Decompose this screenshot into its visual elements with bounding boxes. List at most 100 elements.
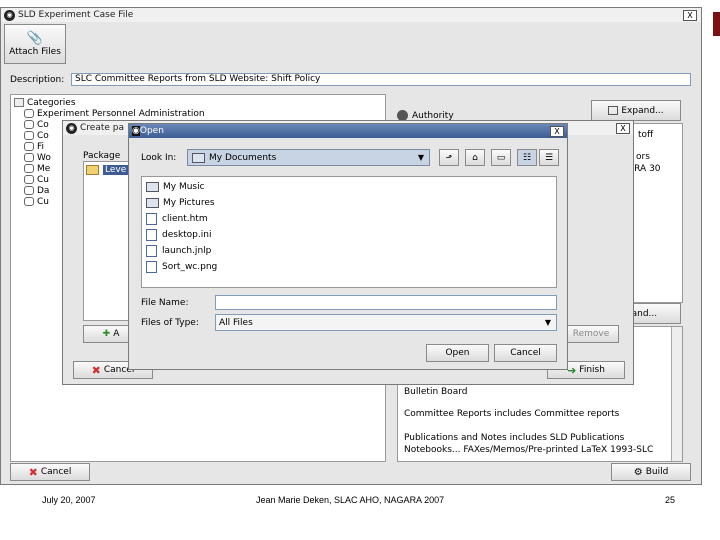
main-close-button[interactable]: X: [683, 9, 697, 21]
remove-button[interactable]: Remove: [563, 325, 619, 343]
category-icon: [24, 120, 34, 129]
finish-label: Finish: [579, 365, 605, 375]
file-row[interactable]: desktop.ini: [146, 227, 552, 243]
open-cancel-button[interactable]: Cancel: [494, 344, 557, 362]
cancel-icon: ✖: [28, 465, 38, 479]
file-row[interactable]: client.htm: [146, 211, 552, 227]
main-window-title: SLD Experiment Case File: [18, 10, 134, 20]
file-name: client.htm: [162, 214, 208, 224]
up-folder-button[interactable]: ⬏: [439, 149, 459, 166]
category-icon: [24, 164, 34, 173]
expand-label: Expand...: [621, 105, 664, 116]
create-window-title: Create pa: [80, 123, 124, 133]
authority-text-2: ors: [636, 152, 650, 162]
new-folder-button[interactable]: ▭: [491, 149, 511, 166]
tree-item-label: Experiment Personnel Administration: [37, 108, 205, 119]
category-icon: [24, 153, 34, 162]
tree-root[interactable]: Categories: [14, 97, 382, 108]
open-dialog-title: Open: [139, 126, 164, 136]
folder-icon: [146, 182, 159, 192]
tree-item[interactable]: Experiment Personnel Administration: [24, 108, 382, 119]
build-label: Build: [645, 467, 669, 477]
build-button[interactable]: ⚙ Build: [611, 463, 691, 481]
folder-icon: [14, 98, 24, 107]
file-icon: [146, 229, 157, 241]
tree-item-label: Cu: [37, 174, 49, 185]
list-item[interactable]: Publications and Notes includes SLD Publ…: [404, 433, 624, 443]
app-logo-icon: ◉: [132, 126, 140, 136]
tree-item-label: Me: [37, 163, 51, 174]
cancel-button[interactable]: ✖ Cancel: [10, 463, 90, 481]
package-tree-label: Leve: [103, 164, 129, 175]
tree-item-label: Co: [37, 119, 49, 130]
finish-icon: ➜: [567, 363, 577, 377]
folder-name: My Music: [163, 182, 205, 192]
main-titlebar: ◉ SLD Experiment Case File X: [1, 8, 701, 22]
open-titlebar: ◉ Open X: [129, 124, 567, 138]
folder-icon: [146, 198, 159, 208]
folder-row[interactable]: My Music: [146, 179, 552, 195]
open-dialog: ◉ Open X Look In: My Documents ▼ ⬏ ⌂ ▭ ☷…: [128, 123, 568, 370]
authority-label: Authority: [412, 110, 454, 121]
authority-text-1: toff: [638, 130, 654, 140]
category-icon: [24, 186, 34, 195]
paperclip-icon: 📎: [26, 31, 44, 46]
cancel-icon: ✖: [91, 363, 101, 377]
file-name-label: File Name:: [141, 298, 189, 308]
footer-date: July 20, 2007: [42, 495, 96, 505]
app-logo-icon: ◉: [66, 122, 77, 134]
build-icon: ⚙: [633, 466, 643, 478]
create-close-button[interactable]: X: [616, 122, 630, 134]
add-icon: ✚: [102, 329, 111, 339]
new-folder-icon: ▭: [496, 152, 506, 163]
remove-label: Remove: [572, 329, 610, 339]
tree-item-label: Co: [37, 130, 49, 141]
open-button[interactable]: Open: [426, 344, 489, 362]
details-view-icon: ☰: [544, 152, 554, 163]
expand-button[interactable]: Expand...: [591, 100, 681, 121]
file-row[interactable]: launch.jnlp: [146, 243, 552, 259]
package-label: Package: [83, 151, 121, 161]
list-item-partial[interactable]: Notebooks... FAXes/Memos/Pre-printed LaT…: [404, 445, 654, 457]
chevron-down-icon: ▼: [417, 153, 425, 162]
file-name-input[interactable]: [215, 295, 557, 310]
open-close-button[interactable]: X: [550, 125, 564, 137]
list-item[interactable]: Bulletin Board: [404, 387, 467, 397]
folder-icon: [192, 152, 205, 163]
look-in-value: My Documents: [209, 152, 277, 163]
file-list: My Music My Pictures client.htm desktop.…: [141, 176, 557, 288]
files-of-type-label: Files of Type:: [141, 318, 199, 328]
file-row[interactable]: Sort_wc.png: [146, 259, 552, 275]
details-view-button[interactable]: ☰: [539, 149, 559, 166]
list-view-button[interactable]: ☷: [517, 149, 537, 166]
file-name: Sort_wc.png: [162, 262, 218, 272]
app-logo-icon: ◉: [4, 9, 15, 21]
folder-row[interactable]: My Pictures: [146, 195, 552, 211]
folder-name: My Pictures: [163, 198, 215, 208]
slide-edge-marker: [713, 12, 720, 36]
footer-author: Jean Marie Deken, SLAC AHO, NAGARA 2007: [256, 495, 445, 505]
expand-icon: [608, 106, 619, 115]
chevron-down-icon: ▼: [544, 318, 552, 327]
category-icon: [24, 109, 34, 118]
file-icon: [146, 245, 157, 257]
tree-root-label: Categories: [27, 97, 76, 108]
files-of-type-select[interactable]: All Files ▼: [215, 314, 557, 331]
category-icon: [24, 142, 34, 151]
vertical-scrollbar[interactable]: [671, 327, 682, 461]
file-icon: [146, 261, 157, 273]
description-field[interactable]: SLC Committee Reports from SLD Website: …: [71, 73, 691, 86]
look-in-select[interactable]: My Documents ▼: [187, 149, 430, 166]
list-item[interactable]: Committee Reports includes Committee rep…: [404, 409, 619, 419]
files-of-type-value: All Files: [219, 317, 253, 328]
attach-files-button[interactable]: 📎 Attach Files: [4, 24, 66, 64]
file-name: launch.jnlp: [162, 246, 212, 256]
look-in-label: Look In:: [141, 153, 177, 163]
home-button[interactable]: ⌂: [465, 149, 485, 166]
add-label: A: [113, 329, 120, 339]
tree-item-label: Wo: [37, 152, 51, 163]
tree-item-label: Fi: [37, 141, 45, 152]
cancel-label: Cancel: [40, 467, 72, 477]
folder-icon: [86, 164, 99, 175]
up-folder-icon: ⬏: [445, 153, 453, 162]
